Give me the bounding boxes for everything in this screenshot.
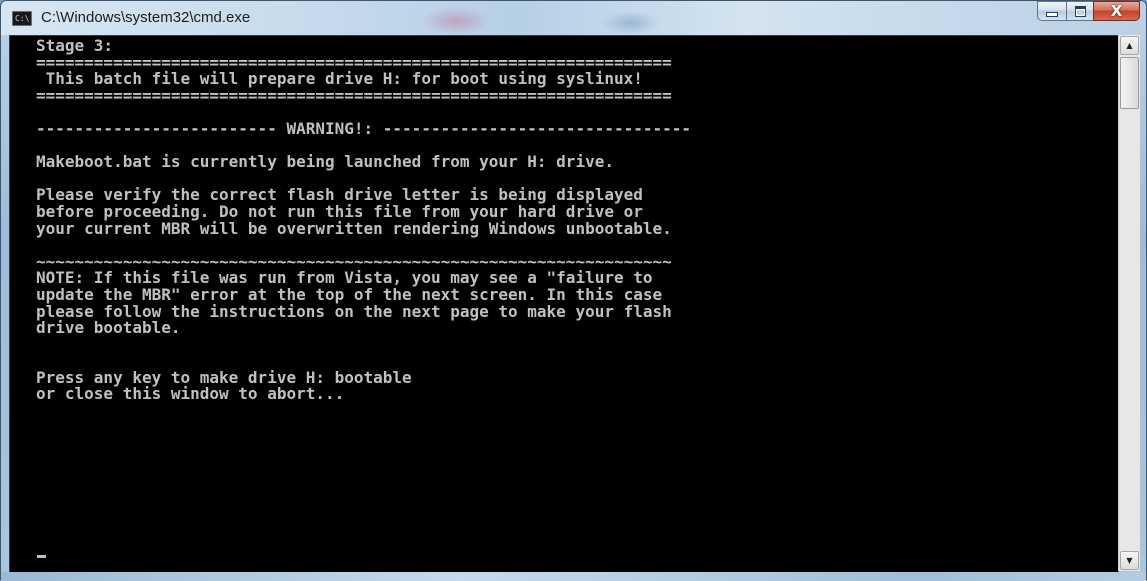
vertical-scrollbar[interactable]: ▲ ▼ <box>1118 35 1140 571</box>
minimize-icon <box>1046 12 1058 17</box>
cmd-app-icon[interactable]: C:\ <box>12 11 32 26</box>
close-icon: X <box>1110 2 1123 20</box>
maximize-icon <box>1074 5 1086 17</box>
maximize-button[interactable] <box>1066 1 1093 21</box>
console-output-area[interactable]: Stage 3: ===============================… <box>9 35 1119 573</box>
caption-buttons: X <box>1037 1 1140 23</box>
close-button[interactable]: X <box>1093 1 1140 21</box>
window-title: C:\Windows\system32\cmd.exe <box>41 9 251 26</box>
scroll-thumb[interactable] <box>1120 57 1139 109</box>
text-cursor <box>37 555 46 558</box>
arrow-down-icon: ▼ <box>1126 556 1133 565</box>
arrow-up-icon: ▲ <box>1126 41 1133 50</box>
title-bar[interactable]: C:\ C:\Windows\system32\cmd.exe X <box>1 1 1146 35</box>
minimize-button[interactable] <box>1037 1 1066 21</box>
console-text: Stage 3: ===============================… <box>36 36 692 404</box>
cmd-window: C:\ C:\Windows\system32\cmd.exe X Stage … <box>0 0 1147 581</box>
scroll-up-button[interactable]: ▲ <box>1120 36 1139 55</box>
scroll-down-button[interactable]: ▼ <box>1120 551 1139 570</box>
